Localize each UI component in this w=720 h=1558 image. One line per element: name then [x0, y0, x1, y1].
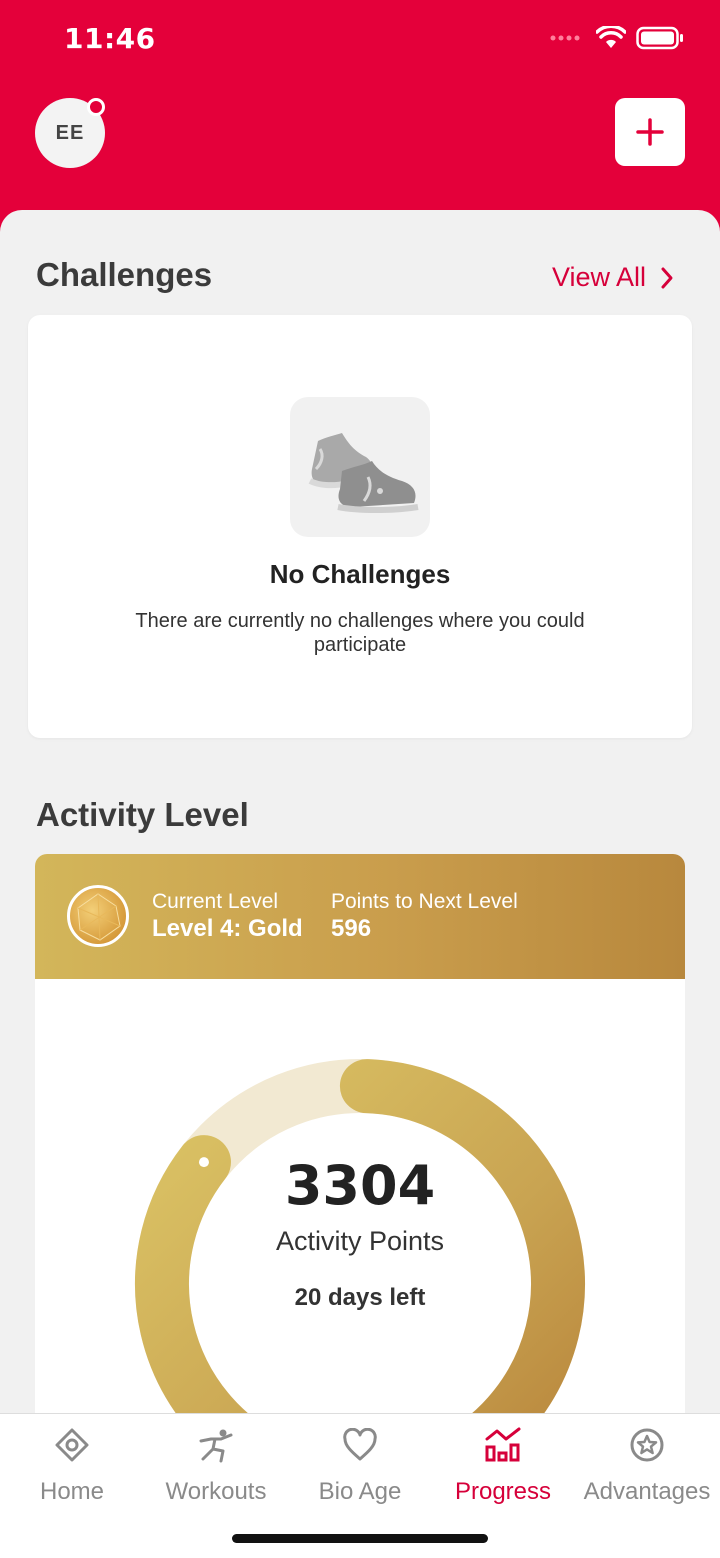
status-time: 11:46 — [64, 22, 156, 55]
battery-icon — [636, 26, 683, 50]
status-bar: 11:46 — [0, 0, 720, 80]
tab-home-label: Home — [39, 1478, 105, 1505]
signal-icon — [550, 35, 580, 41]
challenges-title: Challenges — [36, 256, 213, 293]
add-button[interactable] — [615, 98, 685, 166]
points-next-label: Points to Next Level — [331, 890, 518, 913]
home-icon — [54, 1426, 90, 1464]
tab-progress[interactable]: Progress — [431, 1414, 575, 1514]
tab-home[interactable]: Home — [0, 1414, 144, 1514]
sneakers-icon — [290, 397, 430, 537]
current-level-block: Current Level Level 4: Gold — [152, 890, 303, 944]
tab-bio-age[interactable]: Bio Age — [288, 1414, 432, 1514]
level-banner: Current Level Level 4: Gold Points to Ne… — [35, 854, 685, 979]
heart-icon — [342, 1426, 378, 1464]
notification-dot — [87, 98, 105, 116]
current-level-value: Level 4: Gold — [152, 915, 303, 942]
points-next-value: 596 — [331, 915, 372, 942]
tab-progress-label: Progress — [454, 1478, 552, 1505]
gold-medal-icon — [67, 885, 129, 947]
view-all-label: View All — [551, 262, 646, 292]
activity-level-title: Activity Level — [36, 796, 249, 833]
tab-workouts[interactable]: Workouts — [144, 1414, 288, 1514]
tab-advantages[interactable]: Advantages — [575, 1414, 719, 1514]
empty-state-text: There are currently no challenges where … — [135, 610, 585, 656]
tab-advantages-label: Advantages — [583, 1478, 711, 1505]
plus-icon — [636, 118, 664, 146]
points-next-block: Points to Next Level 596 — [331, 890, 518, 944]
avatar-initials: EE — [55, 121, 85, 144]
star-badge-icon — [629, 1426, 665, 1464]
challenges-card: No Challenges There are currently no cha… — [28, 315, 692, 738]
activity-points-label: Activity Points — [275, 1226, 445, 1256]
home-indicator — [232, 1534, 488, 1543]
avatar[interactable]: EE — [35, 98, 105, 168]
tab-bio-age-label: Bio Age — [318, 1478, 402, 1505]
current-level-label: Current Level — [152, 890, 279, 913]
days-left: 20 days left — [294, 1284, 426, 1311]
tab-workouts-label: Workouts — [165, 1478, 267, 1505]
main-content: Challenges View All No Challenges There … — [0, 210, 720, 1558]
view-all-link[interactable]: View All — [552, 262, 674, 293]
workouts-icon — [197, 1426, 235, 1464]
status-icons — [550, 26, 684, 50]
wifi-icon — [596, 26, 626, 48]
activity-points-value: 3304 — [284, 1154, 436, 1217]
empty-state-title: No Challenges — [269, 559, 451, 589]
progress-chart-icon — [484, 1426, 522, 1464]
chevron-right-icon — [661, 267, 673, 288]
